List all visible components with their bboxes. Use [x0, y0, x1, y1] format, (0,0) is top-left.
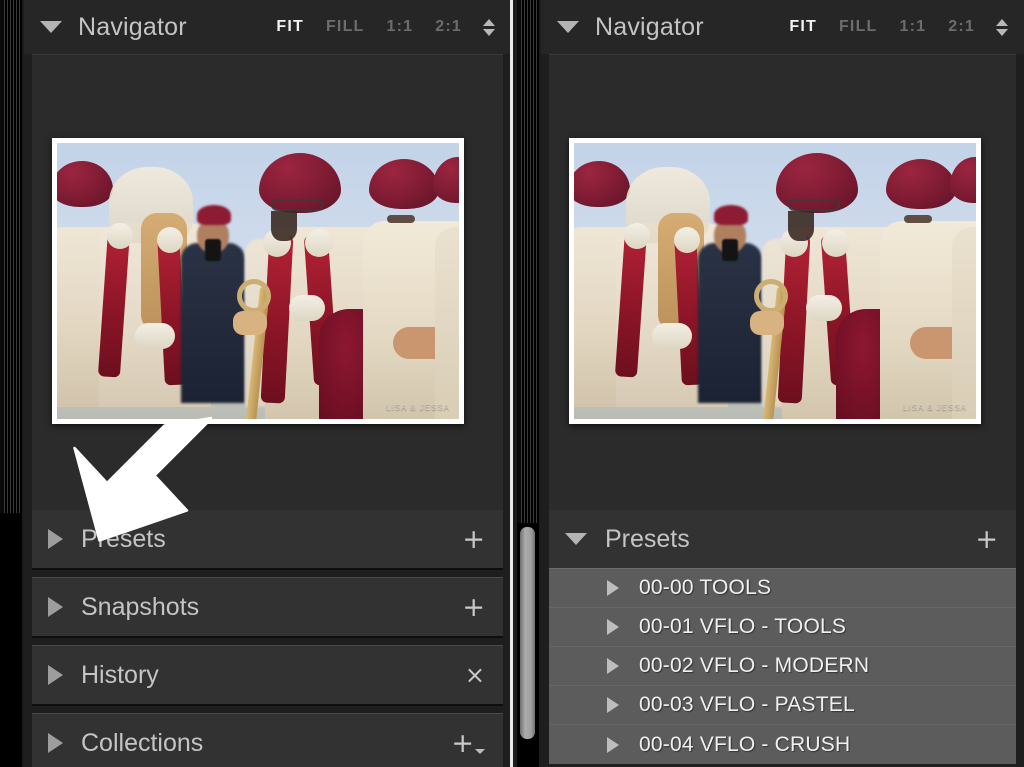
navigator-preview-area-left[interactable]: LISA & JESSA [32, 54, 503, 510]
zoom-stepper-icon[interactable] [994, 18, 1010, 36]
zoom-level-fill[interactable]: FILL [828, 16, 889, 38]
photo-watermark-right: LISA & JESSA [902, 403, 967, 412]
plus-icon: + [462, 523, 485, 555]
preset-group-row[interactable]: 00-00 TOOLS [549, 569, 1016, 608]
panel-grip-handle-left[interactable] [0, 0, 22, 513]
right-panel: Navigator FIT FILL 1:1 2:1 LISA & JESSA … [513, 0, 1024, 767]
preset-group-disclosure-triangle-icon[interactable] [607, 580, 619, 596]
preset-group-disclosure-triangle-icon[interactable] [607, 658, 619, 674]
navigator-title: Navigator [595, 12, 704, 41]
zoom-level-fill[interactable]: FILL [315, 16, 376, 38]
preset-group-label: 00-03 VFLO - PASTEL [639, 693, 855, 716]
section-groove [32, 636, 503, 646]
section-groove [32, 568, 503, 578]
zoom-level-controls-right: FIT FILL 1:1 2:1 [778, 16, 1010, 38]
preset-group-label: 00-01 VFLO - TOOLS [639, 615, 847, 638]
navigator-header-right[interactable]: Navigator FIT FILL 1:1 2:1 [541, 0, 1024, 54]
collections-disclosure-triangle-icon[interactable] [48, 733, 63, 753]
zoom-level-fit[interactable]: FIT [265, 16, 315, 38]
left-panel: Navigator FIT FILL 1:1 2:1 LISA & JESSA … [0, 0, 511, 767]
close-icon: × [464, 661, 485, 689]
zoom-level-1-1[interactable]: 1:1 [889, 16, 938, 38]
screenshot-root: Navigator FIT FILL 1:1 2:1 LISA & JESSA … [0, 0, 1024, 767]
scrollbar-thumb[interactable] [520, 527, 535, 739]
presets-disclosure-triangle-icon[interactable] [565, 533, 587, 545]
preset-group-disclosure-triangle-icon[interactable] [607, 736, 619, 753]
navigator-title: Navigator [78, 12, 187, 41]
plus-icon: + [462, 591, 485, 623]
plus-icon: + [451, 727, 474, 759]
preset-group-label: 00-02 VFLO - MODERN [639, 654, 870, 677]
section-label-collections: Collections [81, 728, 204, 757]
presets-disclosure-triangle-icon[interactable] [48, 529, 63, 549]
chevron-down-icon [475, 748, 485, 754]
zoom-level-2-1[interactable]: 2:1 [424, 16, 473, 38]
plus-icon: + [975, 523, 998, 555]
zoom-level-2-1[interactable]: 2:1 [937, 16, 986, 38]
left-panel-sections: Presets + Snapshots + History × Collecti… [32, 510, 503, 767]
section-header-presets[interactable]: Presets + [32, 510, 503, 568]
zoom-level-1-1[interactable]: 1:1 [376, 16, 425, 38]
zoom-level-controls-left: FIT FILL 1:1 2:1 [265, 16, 497, 38]
preset-group-row[interactable]: 00-01 VFLO - TOOLS [549, 608, 1016, 647]
grip-stripes-icon [521, 0, 539, 523]
zoom-level-fit[interactable]: FIT [778, 16, 828, 38]
navigator-photo-left: LISA & JESSA [57, 143, 459, 419]
photo-watermark-left: LISA & JESSA [385, 403, 450, 412]
zoom-stepper-icon[interactable] [481, 18, 497, 36]
vertical-scrollbar[interactable] [517, 523, 539, 767]
section-label-snapshots: Snapshots [81, 592, 200, 621]
navigator-disclosure-triangle-icon[interactable] [40, 21, 62, 33]
navigator-preview-area-right[interactable]: LISA & JESSA [549, 54, 1016, 510]
preset-group-list: 00-00 TOOLS 00-01 VFLO - TOOLS 00-02 VFL… [549, 568, 1016, 764]
stepper-down-arrow-icon [483, 28, 495, 36]
preset-group-row[interactable]: 00-03 VFLO - PASTEL [549, 686, 1016, 725]
section-groove [32, 704, 503, 714]
panel-grip-handle-right[interactable] [517, 0, 539, 523]
preset-group-disclosure-triangle-icon[interactable] [607, 697, 619, 713]
grip-stripes-icon [4, 0, 22, 513]
preset-group-disclosure-triangle-icon[interactable] [607, 619, 619, 635]
left-panel-body: Navigator FIT FILL 1:1 2:1 LISA & JESSA … [24, 0, 511, 767]
right-panel-body: Navigator FIT FILL 1:1 2:1 LISA & JESSA … [541, 0, 1024, 767]
history-disclosure-triangle-icon[interactable] [48, 665, 63, 685]
navigator-photo-right: LISA & JESSA [574, 143, 976, 419]
right-panel-sections: Presets + [549, 510, 1016, 568]
navigator-photo-frame-left[interactable]: LISA & JESSA [52, 138, 464, 424]
stepper-down-arrow-icon [996, 28, 1008, 36]
section-label-history: History [81, 660, 159, 689]
section-header-collections[interactable]: Collections + [32, 714, 503, 767]
add-collection-button[interactable]: + [451, 730, 485, 757]
add-snapshot-button[interactable]: + [462, 594, 485, 621]
clear-history-button[interactable]: × [465, 663, 485, 687]
preset-group-row[interactable]: 00-04 VFLO - CRUSH [549, 725, 1016, 764]
navigator-header-left[interactable]: Navigator FIT FILL 1:1 2:1 [24, 0, 511, 54]
section-label-presets: Presets [605, 524, 690, 553]
preset-group-label: 00-00 TOOLS [639, 576, 772, 599]
add-preset-button[interactable]: + [462, 526, 485, 553]
stepper-up-arrow-icon [483, 18, 495, 26]
preset-group-row[interactable]: 00-02 VFLO - MODERN [549, 647, 1016, 686]
section-header-snapshots[interactable]: Snapshots + [32, 578, 503, 636]
section-label-presets: Presets [81, 524, 166, 553]
add-preset-button[interactable]: + [975, 526, 998, 553]
preset-group-label: 00-04 VFLO - CRUSH [639, 732, 851, 756]
navigator-photo-frame-right[interactable]: LISA & JESSA [569, 138, 981, 424]
stepper-up-arrow-icon [996, 18, 1008, 26]
navigator-disclosure-triangle-icon[interactable] [557, 21, 579, 33]
panel-grip-cap-left [0, 513, 22, 767]
section-header-history[interactable]: History × [32, 646, 503, 704]
snapshots-disclosure-triangle-icon[interactable] [48, 597, 63, 617]
panel-divider [510, 0, 513, 767]
section-header-presets[interactable]: Presets + [549, 510, 1016, 568]
